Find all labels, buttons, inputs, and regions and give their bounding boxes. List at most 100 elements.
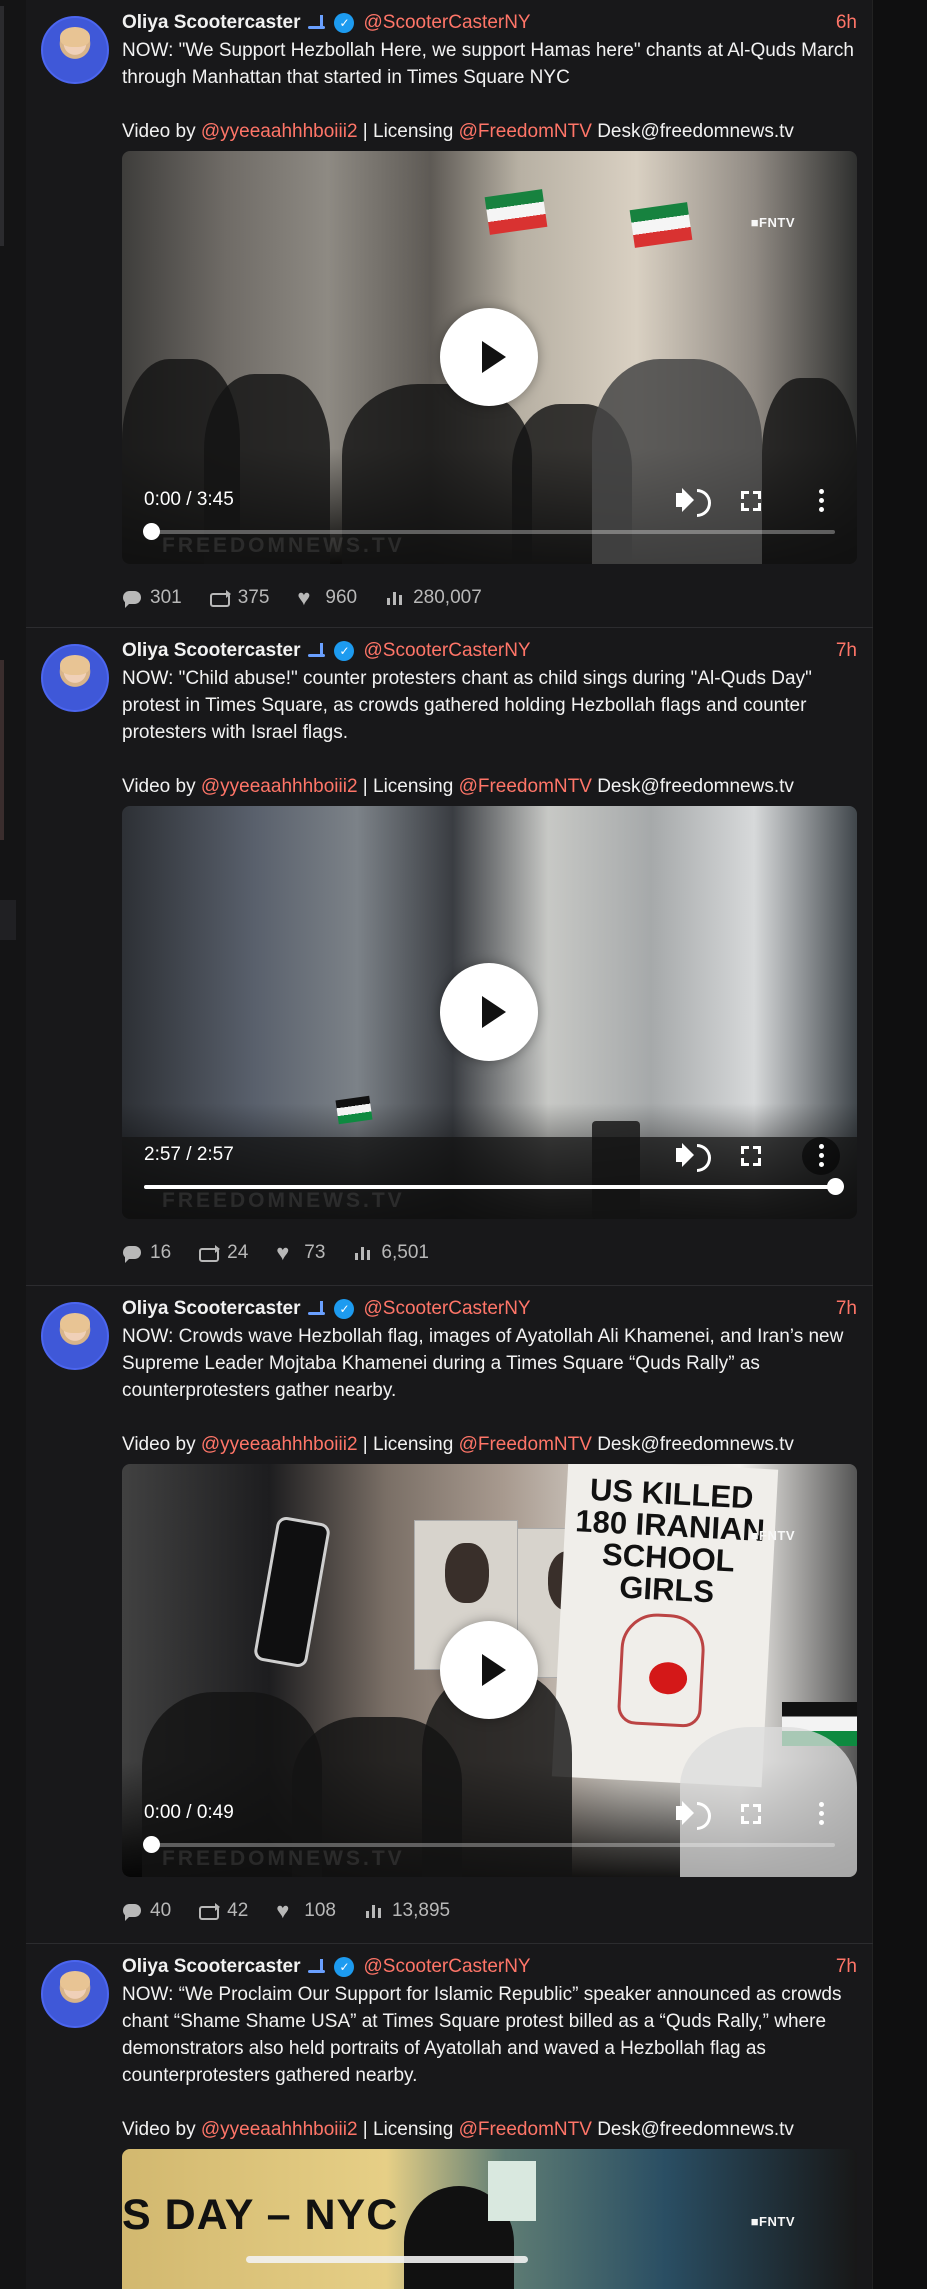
- video-player[interactable]: US KILLED 180 IRANIAN SCHOOL GIRLS ■FNTV…: [122, 1464, 857, 1877]
- licensing-email[interactable]: Desk@freedomnews.tv: [597, 776, 794, 797]
- volume-button[interactable]: [666, 1794, 711, 1834]
- post-card[interactable]: Oliya Scootercaster ✓ @ScooterCasterNY 7…: [26, 1286, 873, 1944]
- scooter-icon: [306, 1959, 328, 1975]
- licensing-user-link[interactable]: @FreedomNTV: [459, 1434, 592, 1455]
- author-name[interactable]: Oliya Scootercaster: [122, 640, 300, 662]
- left-navigation-rail: [0, 0, 26, 2289]
- more-icon: [819, 489, 824, 494]
- video-progress-track[interactable]: [142, 1836, 835, 1853]
- licensing-user-link[interactable]: @FreedomNTV: [459, 2119, 592, 2140]
- fullscreen-icon: [741, 1146, 761, 1166]
- post-stats: 16 24 73 6,501: [122, 1239, 857, 1267]
- post-time[interactable]: 7h: [836, 1956, 857, 1978]
- reply-button[interactable]: 301: [122, 587, 182, 609]
- fullscreen-button[interactable]: [731, 1794, 771, 1834]
- fntv-watermark: ■FNTV: [750, 1528, 795, 1543]
- video-user-link[interactable]: @yyeeaahhhboiii2: [201, 776, 358, 797]
- fullscreen-button[interactable]: [731, 481, 771, 521]
- post-card[interactable]: Oliya Scootercaster ✓ @ScooterCasterNY 7…: [26, 1944, 873, 2289]
- video-user-link[interactable]: @yyeeaahhhboiii2: [201, 1434, 358, 1455]
- views-button[interactable]: 13,895: [364, 1900, 450, 1922]
- video-user-link[interactable]: @yyeeaahhhboiii2: [201, 2119, 358, 2140]
- like-button[interactable]: 108: [276, 1898, 336, 1924]
- bottom-watermark: FREEDOMNEWS.TV: [162, 1847, 405, 1870]
- fullscreen-icon: [741, 1804, 761, 1824]
- video-progress-track[interactable]: [144, 1178, 844, 1195]
- verified-icon: ✓: [334, 641, 355, 661]
- author-avatar[interactable]: [41, 1960, 109, 2028]
- post-stats: 301 375 960 280,007: [122, 584, 857, 612]
- video-progress-handle[interactable]: [142, 523, 160, 540]
- licensing-user-link[interactable]: @FreedomNTV: [459, 121, 592, 142]
- like-button[interactable]: 73: [276, 1240, 326, 1266]
- bottom-watermark: FREEDOMNEWS.TV: [162, 1189, 405, 1212]
- fullscreen-button[interactable]: [731, 1136, 771, 1176]
- more-button[interactable]: [801, 1794, 841, 1834]
- author-handle[interactable]: @ScooterCasterNY: [363, 12, 530, 34]
- reply-button[interactable]: 16: [122, 1242, 171, 1264]
- author-name[interactable]: Oliya Scootercaster: [122, 1298, 300, 1320]
- verified-icon: ✓: [334, 1299, 355, 1319]
- video-frame: S DAY – NYC ■FNTV: [122, 2149, 857, 2289]
- author-avatar[interactable]: [41, 1302, 109, 1370]
- like-button[interactable]: 960: [297, 585, 358, 611]
- licensing-label: | Licensing: [362, 121, 454, 142]
- play-button[interactable]: [440, 308, 538, 406]
- video-player[interactable]: S DAY – NYC ■FNTV: [122, 2149, 857, 2289]
- post-time[interactable]: 6h: [836, 12, 857, 34]
- author-name[interactable]: Oliya Scootercaster: [122, 12, 300, 34]
- video-player[interactable]: FREEDOMNEWS.TV 2:57 / 2:57: [122, 806, 857, 1219]
- repost-icon: [199, 1903, 221, 1920]
- home-indicator[interactable]: [246, 2256, 528, 2263]
- licensing-user-link[interactable]: @FreedomNTV: [459, 776, 592, 797]
- video-progress-handle[interactable]: [142, 1836, 160, 1853]
- rail-tab-mark: [0, 900, 16, 940]
- views-button[interactable]: 280,007: [385, 587, 482, 609]
- like-count: 960: [325, 587, 358, 608]
- more-button[interactable]: [801, 1136, 841, 1176]
- post-card[interactable]: Oliya Scootercaster ✓ @ScooterCasterNY 7…: [26, 628, 873, 1286]
- rail-media-mark: [0, 660, 4, 840]
- author-avatar[interactable]: [41, 16, 109, 84]
- play-button[interactable]: [440, 963, 538, 1061]
- post-content: Oliya Scootercaster ✓ @ScooterCasterNY 6…: [122, 10, 857, 612]
- video-progress-track[interactable]: [142, 523, 835, 540]
- more-icon: [819, 1802, 824, 1807]
- volume-button[interactable]: [666, 1136, 711, 1176]
- author-avatar[interactable]: [41, 644, 109, 712]
- play-icon: [482, 341, 506, 373]
- post-time[interactable]: 7h: [836, 640, 857, 662]
- author-handle[interactable]: @ScooterCasterNY: [363, 1956, 530, 1978]
- video-user-link[interactable]: @yyeeaahhhboiii2: [201, 121, 358, 142]
- fntv-watermark: ■FNTV: [750, 215, 795, 230]
- video-player[interactable]: ■FNTV FREEDOMNEWS.TV 0:00 / 3:45: [122, 151, 857, 564]
- post-text: NOW: “We Proclaim Our Support for Islami…: [122, 1984, 842, 2086]
- fullscreen-icon: [741, 491, 761, 511]
- repost-button[interactable]: 42: [199, 1900, 248, 1922]
- views-icon: [353, 1245, 373, 1261]
- author-handle[interactable]: @ScooterCasterNY: [363, 640, 530, 662]
- video-progress-handle[interactable]: [827, 1178, 844, 1195]
- volume-button[interactable]: [666, 481, 711, 521]
- post-time[interactable]: 7h: [836, 1298, 857, 1320]
- more-button[interactable]: [801, 481, 841, 521]
- repost-count: 42: [227, 1900, 249, 1921]
- reply-count: 40: [150, 1900, 172, 1921]
- like-icon: [276, 1240, 296, 1266]
- video-timecode: 0:00 / 3:45: [144, 489, 234, 510]
- flag-image: [335, 1095, 373, 1125]
- author-name[interactable]: Oliya Scootercaster: [122, 1956, 300, 1978]
- post-text: NOW: Crowds wave Hezbollah flag, images …: [122, 1326, 844, 1401]
- author-handle[interactable]: @ScooterCasterNY: [363, 1298, 530, 1320]
- licensing-email[interactable]: Desk@freedomnews.tv: [597, 1434, 794, 1455]
- views-button[interactable]: 6,501: [353, 1242, 429, 1264]
- reply-button[interactable]: 40: [122, 1900, 171, 1922]
- like-count: 73: [304, 1242, 326, 1263]
- play-button[interactable]: [440, 1621, 538, 1719]
- repost-button[interactable]: 375: [209, 587, 269, 609]
- licensing-email[interactable]: Desk@freedomnews.tv: [597, 121, 794, 142]
- licensing-email[interactable]: Desk@freedomnews.tv: [597, 2119, 794, 2140]
- repost-button[interactable]: 24: [199, 1242, 248, 1264]
- post-card[interactable]: Oliya Scootercaster ✓ @ScooterCasterNY 6…: [26, 0, 873, 628]
- reply-icon: [122, 1245, 142, 1263]
